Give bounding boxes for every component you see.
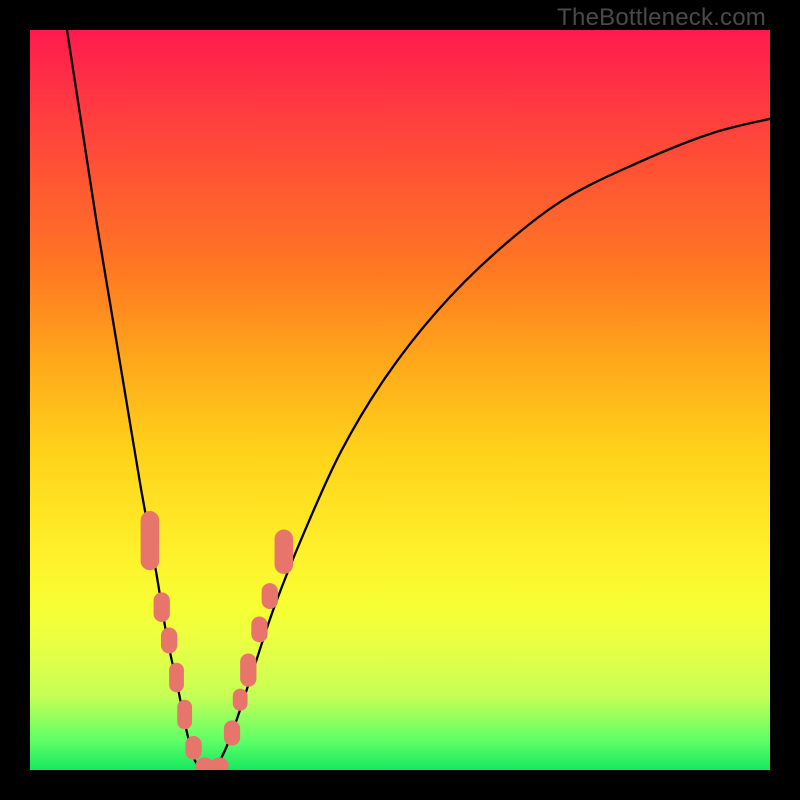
data-markers: [141, 511, 293, 770]
data-marker: [210, 757, 229, 770]
data-marker: [169, 663, 184, 693]
data-marker: [233, 689, 248, 711]
data-marker: [141, 511, 160, 570]
watermark-text: TheBottleneck.com: [557, 4, 766, 32]
data-marker: [240, 653, 256, 686]
curve-right-branch: [215, 119, 770, 770]
chart-svg: [30, 30, 770, 770]
plot-area: [30, 30, 770, 770]
data-marker: [177, 700, 192, 730]
data-marker: [185, 736, 201, 760]
data-marker: [224, 720, 240, 745]
data-marker: [262, 583, 278, 609]
data-marker: [154, 592, 170, 622]
data-marker: [251, 616, 267, 642]
data-marker: [275, 530, 294, 574]
chart-frame: TheBottleneck.com: [0, 0, 800, 800]
data-marker: [161, 628, 177, 654]
curve-left-branch: [67, 30, 200, 770]
